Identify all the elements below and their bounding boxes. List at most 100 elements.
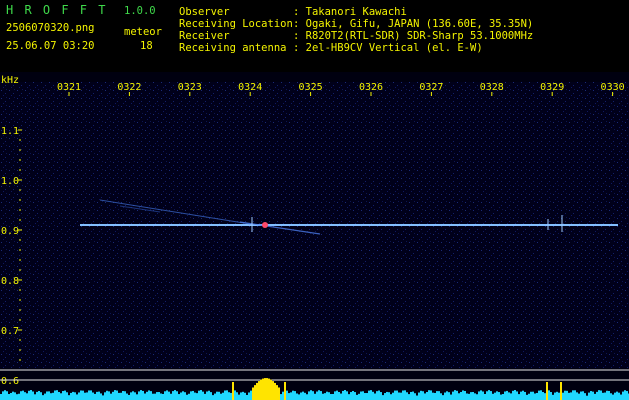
level-bar bbox=[20, 391, 22, 400]
level-bar bbox=[620, 394, 622, 400]
level-bar bbox=[392, 392, 394, 400]
level-bar bbox=[290, 392, 292, 400]
level-bar bbox=[166, 390, 168, 400]
level-bar bbox=[202, 391, 204, 400]
level-bar bbox=[376, 391, 378, 400]
level-bar bbox=[578, 393, 580, 400]
level-bar bbox=[4, 390, 6, 400]
level-bar bbox=[134, 392, 136, 400]
level-bar bbox=[30, 390, 32, 400]
frequency-tick-label: 0.9 bbox=[1, 226, 19, 237]
header-panel: H R O F F T 1.0.0 2506070320.png meteor … bbox=[0, 0, 629, 72]
info-value-observer: : Takanori Kawachi bbox=[293, 6, 407, 18]
level-bar bbox=[366, 393, 368, 400]
level-bar bbox=[138, 391, 140, 400]
level-bar bbox=[552, 394, 554, 400]
level-bar bbox=[82, 390, 84, 400]
level-bar bbox=[542, 392, 544, 400]
level-bar bbox=[468, 393, 470, 400]
level-bar bbox=[92, 392, 94, 400]
meteor-label: meteor bbox=[124, 26, 162, 38]
level-bar bbox=[562, 392, 564, 400]
level-bar bbox=[434, 392, 436, 400]
level-bar bbox=[610, 393, 612, 400]
level-bar bbox=[430, 390, 432, 400]
level-bar bbox=[306, 394, 308, 400]
level-bar bbox=[586, 395, 588, 400]
level-bar bbox=[318, 390, 320, 400]
level-bar bbox=[78, 392, 80, 400]
level-bar bbox=[596, 391, 598, 400]
level-bar bbox=[354, 392, 356, 400]
level-bar bbox=[168, 391, 170, 400]
level-bar bbox=[590, 391, 592, 400]
level-bar bbox=[512, 390, 514, 400]
app-version: 1.0.0 bbox=[124, 5, 156, 17]
app-title: H R O F F T bbox=[6, 3, 108, 17]
level-bar bbox=[408, 394, 410, 400]
level-bar bbox=[270, 379, 272, 400]
level-bar bbox=[280, 394, 282, 400]
level-bar bbox=[200, 390, 202, 400]
level-bar bbox=[8, 394, 10, 400]
level-bar bbox=[324, 393, 326, 400]
level-bar bbox=[6, 391, 8, 400]
level-bar bbox=[332, 393, 334, 400]
level-bar bbox=[118, 392, 120, 400]
level-bar bbox=[304, 392, 306, 400]
level-bar bbox=[480, 390, 482, 400]
level-bar bbox=[604, 392, 606, 400]
level-bar bbox=[580, 391, 582, 400]
level-bar bbox=[418, 392, 420, 400]
level-bar bbox=[214, 393, 216, 400]
level-bar bbox=[496, 391, 498, 400]
level-bar bbox=[386, 391, 388, 400]
level-bar bbox=[52, 392, 54, 400]
level-bar bbox=[278, 387, 280, 400]
level-bar bbox=[622, 391, 624, 400]
level-bar bbox=[618, 392, 620, 400]
level-bar bbox=[46, 391, 48, 400]
level-bar bbox=[598, 390, 600, 400]
level-bar bbox=[156, 392, 158, 400]
level-bar bbox=[566, 390, 568, 400]
level-bar bbox=[308, 391, 310, 400]
level-bar bbox=[224, 390, 226, 400]
level-bar bbox=[294, 391, 296, 400]
info-key-antenna: Receiving antenna bbox=[179, 42, 287, 54]
level-bar bbox=[216, 391, 218, 400]
level-bar bbox=[60, 393, 62, 400]
level-bar bbox=[210, 392, 212, 400]
level-bar bbox=[188, 393, 190, 400]
level-bar bbox=[42, 395, 44, 400]
level-bar bbox=[192, 390, 194, 400]
level-bar bbox=[448, 392, 450, 400]
level-bar bbox=[486, 391, 488, 400]
level-bar bbox=[614, 392, 616, 400]
level-bar bbox=[602, 392, 604, 400]
level-bar bbox=[478, 391, 480, 400]
frequency-tick-label: 0.8 bbox=[1, 276, 19, 287]
level-bar bbox=[72, 391, 74, 400]
level-bar bbox=[194, 392, 196, 400]
level-bar bbox=[104, 392, 106, 400]
level-bar bbox=[268, 378, 270, 400]
level-bar bbox=[54, 390, 56, 400]
level-bar bbox=[198, 390, 200, 400]
level-bar bbox=[122, 391, 124, 400]
level-bar bbox=[150, 391, 152, 400]
level-bar bbox=[370, 390, 372, 400]
level-bar bbox=[204, 393, 206, 400]
level-bar bbox=[206, 391, 208, 400]
level-bar bbox=[492, 393, 494, 400]
level-bar bbox=[404, 390, 406, 400]
level-bar bbox=[256, 382, 258, 400]
level-bar bbox=[232, 382, 234, 400]
level-bar bbox=[102, 395, 104, 400]
level-bar bbox=[556, 391, 558, 400]
level-bar bbox=[310, 390, 312, 400]
level-bar bbox=[24, 392, 26, 400]
level-bar bbox=[86, 392, 88, 400]
level-bar bbox=[186, 394, 188, 400]
level-bar bbox=[136, 394, 138, 400]
